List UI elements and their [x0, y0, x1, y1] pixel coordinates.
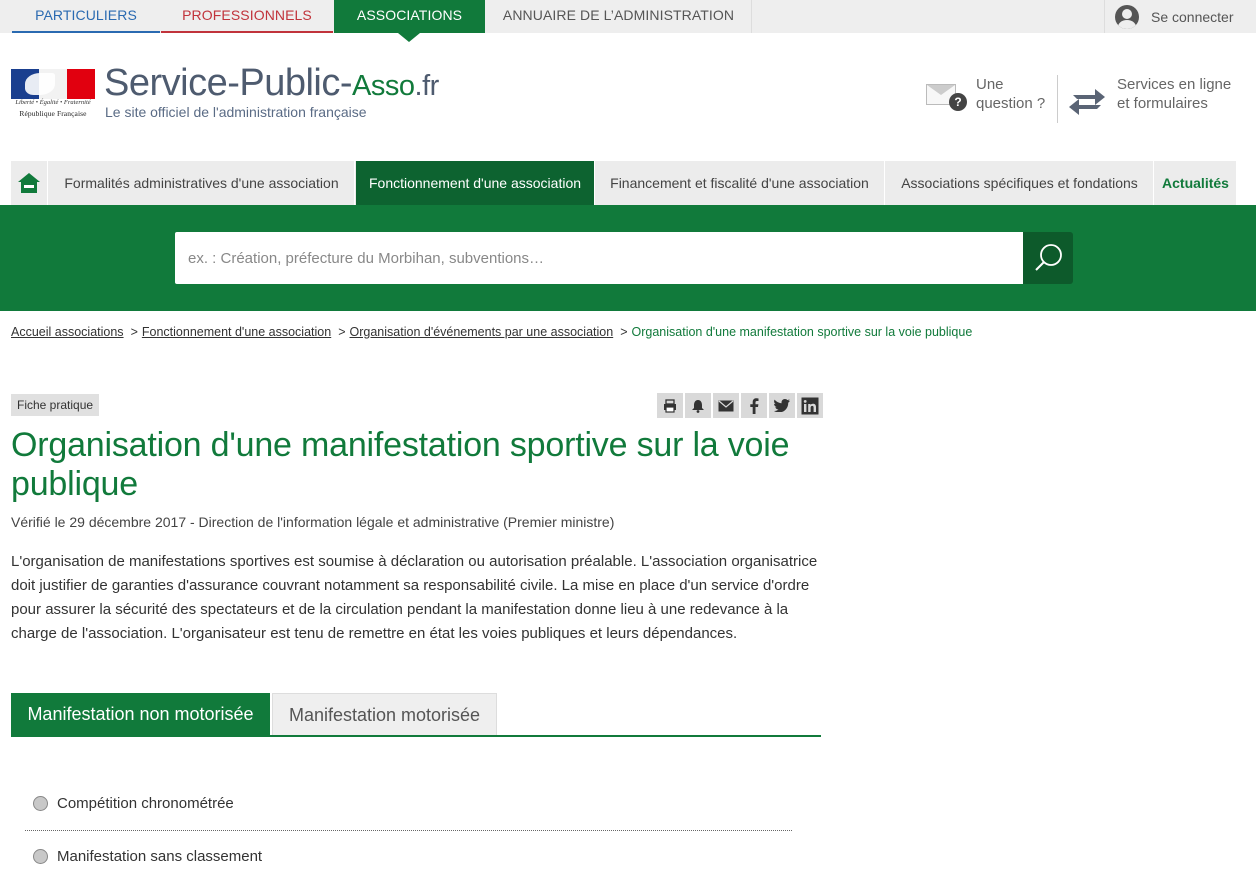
- search-input[interactable]: [175, 232, 1023, 284]
- search-band: [0, 205, 1256, 311]
- header-divider: [1057, 75, 1058, 123]
- breadcrumb-link-fonctionnement[interactable]: Fonctionnement d'une association: [142, 325, 331, 339]
- republic-name: République Française: [19, 109, 87, 118]
- services-link[interactable]: Services en ligne et formulaires: [1067, 75, 1247, 123]
- breadcrumb: Accueil associations > Fonctionnement d'un…: [11, 325, 973, 339]
- radio-button[interactable]: [33, 849, 48, 864]
- user-icon: [1115, 4, 1139, 29]
- fiche-badge: Fiche pratique: [11, 394, 100, 416]
- question-icon: ?: [949, 93, 967, 111]
- nav-formalites[interactable]: Formalités administratives d'une associa…: [49, 161, 355, 205]
- option-divider: [25, 830, 792, 831]
- intro-paragraph: L'organisation de manifestations sportiv…: [11, 553, 818, 642]
- twitter-icon[interactable]: [769, 393, 795, 418]
- option-label: Manifestation sans classement: [57, 848, 263, 865]
- page-title: Organisation d'une manifestation sportiv…: [11, 426, 790, 503]
- tab-annuaire[interactable]: ANNUAIRE DE L’ADMINISTRATION: [486, 0, 752, 33]
- breadcrumb-link-evenements[interactable]: Organisation d'événements par une associ…: [350, 325, 614, 339]
- home-button[interactable]: [11, 161, 48, 205]
- email-icon[interactable]: [713, 393, 739, 418]
- tab-professionnels[interactable]: PROFESSIONNELS: [161, 0, 333, 33]
- marianne-logo[interactable]: [11, 69, 95, 99]
- content-tabs: Manifestation non motorisée Manifestatio…: [11, 693, 821, 737]
- tab-motorisee[interactable]: Manifestation motorisée: [272, 693, 497, 735]
- tab-associations[interactable]: ASSOCIATIONS: [334, 0, 485, 42]
- share-toolbar: [657, 393, 823, 418]
- facebook-icon[interactable]: [741, 393, 767, 418]
- main-nav: Formalités administratives d'une associa…: [11, 161, 1237, 205]
- home-icon: [18, 173, 40, 193]
- republic-motto: Liberté • Égalité • Fraternité: [15, 99, 91, 106]
- site-title-main: Service-Public-: [104, 62, 353, 104]
- site-subtitle: Le site officiel de l'administration fra…: [105, 104, 367, 120]
- site-title-asso: Asso: [352, 70, 415, 102]
- site-title-fr: .fr: [414, 70, 440, 102]
- option-chronometree[interactable]: Compétition chronométrée: [33, 795, 234, 812]
- exchange-arrows-icon: [1069, 89, 1105, 115]
- nav-financement[interactable]: Financement et fiscalité d'une associati…: [595, 161, 885, 205]
- tab-particuliers[interactable]: PARTICULIERS: [12, 0, 160, 33]
- option-sans-classement[interactable]: Manifestation sans classement: [33, 848, 262, 865]
- services-label: Services en ligne et formulaires: [1117, 76, 1232, 112]
- option-label: Compétition chronométrée: [57, 795, 234, 812]
- login-label: Se connecter: [1151, 8, 1234, 25]
- search-button[interactable]: [1023, 232, 1073, 284]
- breadcrumb-link-accueil[interactable]: Accueil associations: [11, 325, 124, 339]
- print-icon[interactable]: [657, 393, 683, 418]
- login-button[interactable]: Se connecter: [1104, 0, 1256, 33]
- top-bar: PARTICULIERS PROFESSIONNELS ASSOCIATIONS…: [0, 0, 1256, 42]
- tab-non-motorisee[interactable]: Manifestation non motorisée: [11, 693, 270, 735]
- question-label: Une question ?: [976, 76, 1046, 112]
- bell-icon[interactable]: [685, 393, 711, 418]
- site-title[interactable]: Service-Public-Asso.fr: [104, 62, 439, 105]
- question-link[interactable]: ? Une question ?: [924, 75, 1054, 123]
- nav-associations-specifiques[interactable]: Associations spécifiques et fondations: [886, 161, 1154, 205]
- linkedin-icon[interactable]: [797, 393, 823, 418]
- nav-actualites[interactable]: Actualités: [1155, 161, 1237, 205]
- verified-date: Vérifié le 29 décembre 2017 - Direction …: [11, 514, 615, 530]
- radio-button[interactable]: [33, 796, 48, 811]
- search-icon: [1035, 244, 1062, 271]
- nav-fonctionnement[interactable]: Fonctionnement d'une association: [356, 161, 595, 205]
- breadcrumb-current: Organisation d'une manifestation sportiv…: [631, 325, 973, 339]
